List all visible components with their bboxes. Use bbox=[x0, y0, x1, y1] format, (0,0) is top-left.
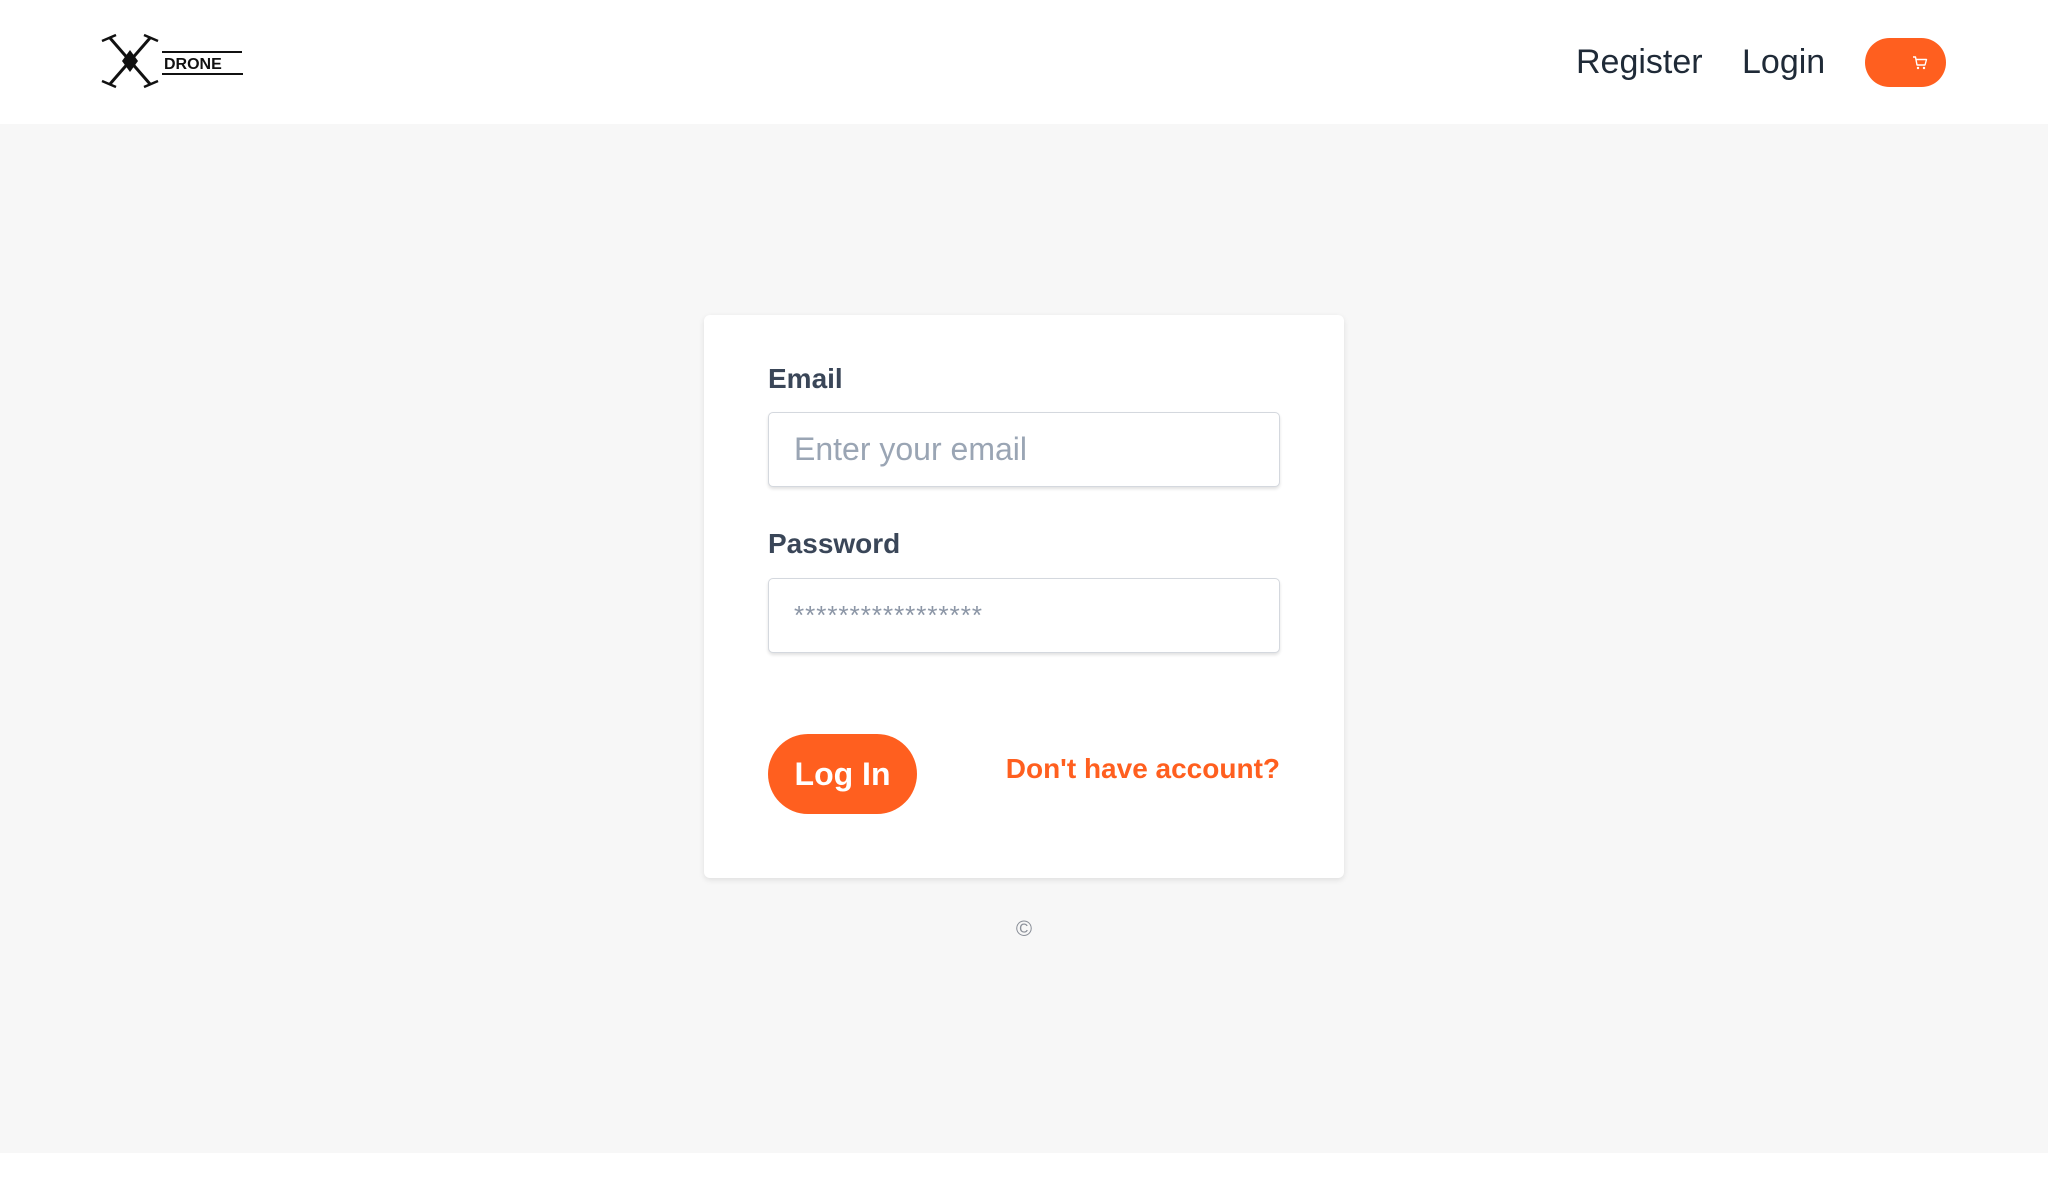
email-label: Email bbox=[768, 363, 843, 394]
cart-icon bbox=[1913, 56, 1928, 70]
main-content: Email Password Log In Don't have account… bbox=[0, 124, 2048, 1153]
logo-text: DRONE bbox=[164, 56, 222, 73]
copyright-footer: © bbox=[1015, 916, 1033, 941]
login-card: Email Password Log In Don't have account… bbox=[704, 315, 1344, 878]
drone-quadcopter-icon: DRONE bbox=[101, 33, 243, 89]
cart-button[interactable] bbox=[1865, 38, 1946, 87]
login-submit-button[interactable]: Log In bbox=[768, 734, 917, 814]
email-input[interactable] bbox=[768, 412, 1280, 487]
password-label: Password bbox=[768, 528, 901, 559]
no-account-register-link[interactable]: Don't have account? bbox=[1006, 753, 1280, 785]
brand-logo[interactable]: DRONE bbox=[100, 32, 246, 92]
nav-register-link[interactable]: Register bbox=[1576, 40, 1703, 84]
top-navbar: DRONE Register Login bbox=[0, 0, 2048, 124]
password-input[interactable] bbox=[768, 578, 1280, 653]
nav-login-link[interactable]: Login bbox=[1742, 40, 1825, 84]
